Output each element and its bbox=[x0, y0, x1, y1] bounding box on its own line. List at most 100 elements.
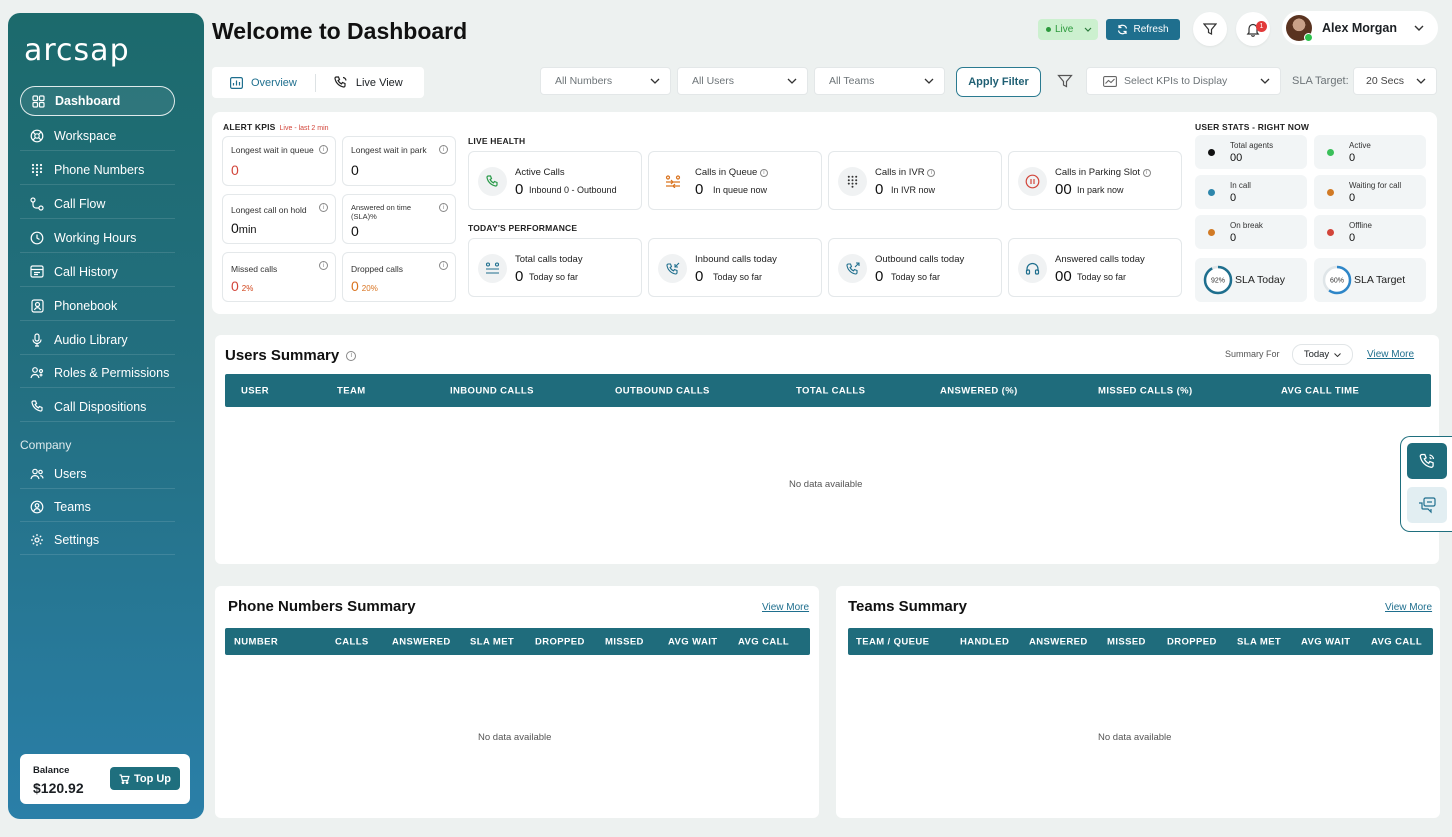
teams-view-more-link[interactable]: View More bbox=[1385, 602, 1432, 613]
column-header[interactable]: AVG WAIT bbox=[668, 636, 717, 647]
column-header[interactable]: ANSWERED bbox=[392, 636, 451, 647]
stat-label: On break bbox=[1230, 221, 1263, 230]
sidebar-item-working-hours[interactable]: Working Hours bbox=[20, 223, 175, 253]
sla-target-select[interactable]: 20 Secs bbox=[1353, 67, 1437, 95]
select-value: 20 Secs bbox=[1366, 75, 1404, 87]
notifications-button[interactable]: 1 bbox=[1236, 12, 1270, 46]
apply-filter-button[interactable]: Apply Filter bbox=[956, 67, 1041, 97]
column-header[interactable]: TOTAL CALLS bbox=[796, 385, 865, 396]
sidebar-item-users[interactable]: Users bbox=[20, 459, 175, 489]
column-header[interactable]: NUMBER bbox=[234, 636, 278, 647]
teams-summary-title: Teams Summary bbox=[848, 598, 967, 615]
column-header[interactable]: TEAM bbox=[337, 385, 366, 396]
phone-numbers-summary-panel: Phone Numbers Summary View More NUMBER C… bbox=[215, 586, 819, 818]
column-header[interactable]: MISSED CALLS (%) bbox=[1098, 385, 1193, 396]
select-value: All Teams bbox=[829, 75, 875, 87]
phone-view-more-link[interactable]: View More bbox=[762, 602, 809, 613]
top-up-button[interactable]: Top Up bbox=[110, 767, 180, 790]
sidebar-item-workspace[interactable]: Workspace bbox=[20, 121, 175, 151]
kpi-card-longest-wait-park: Longest wait in park i 0 bbox=[342, 136, 456, 186]
period-select[interactable]: Today bbox=[1292, 344, 1353, 365]
column-header[interactable]: HANDLED bbox=[960, 636, 1009, 647]
tab-live-view[interactable]: Live View bbox=[316, 67, 421, 98]
perf-card-outbound-calls: Outbound calls today 0 Today so far bbox=[828, 238, 1002, 297]
sidebar-item-call-history[interactable]: Call History bbox=[20, 257, 175, 287]
top-up-label: Top Up bbox=[133, 772, 172, 785]
kpi-label: Answered on time (SLA)% bbox=[351, 203, 412, 221]
sidebar-item-label: Users bbox=[54, 466, 87, 481]
kpi-card-longest-wait-queue: Longest wait in queue i 0 bbox=[222, 136, 336, 186]
live-card-value: 0 bbox=[875, 181, 884, 198]
column-header[interactable]: TEAM / QUEUE bbox=[856, 636, 929, 647]
column-header[interactable]: OUTBOUND CALLS bbox=[615, 385, 710, 396]
users-view-more-link[interactable]: View More bbox=[1367, 349, 1414, 360]
kpi-card-missed-calls: Missed calls i 0 2% bbox=[222, 252, 336, 302]
live-card-label: Calls in Parking Slot i bbox=[1055, 167, 1151, 178]
kpi-card-longest-hold: Longest call on hold i 0min bbox=[222, 194, 336, 244]
sidebar-item-teams[interactable]: Teams bbox=[20, 492, 175, 522]
live-card-label: Active Calls bbox=[515, 167, 565, 178]
chevron-down-icon bbox=[787, 78, 797, 84]
users-table-header: USER TEAM INBOUND CALLS OUTBOUND CALLS T… bbox=[225, 374, 1431, 407]
sidebar-item-call-dispositions[interactable]: Call Dispositions bbox=[20, 392, 175, 422]
column-header[interactable]: AVG WAIT bbox=[1301, 636, 1350, 647]
kpi-label: Dropped calls bbox=[351, 264, 403, 274]
stat-active: Active 0 bbox=[1314, 135, 1426, 169]
live-dot-icon bbox=[1046, 27, 1051, 32]
sidebar-item-label: Settings bbox=[54, 532, 100, 547]
user-menu[interactable]: Alex Morgan bbox=[1282, 11, 1438, 45]
live-card-sub: Inbound 0 - Outbound bbox=[529, 185, 617, 195]
phone-table-header: NUMBER CALLS ANSWERED SLA MET DROPPED MI… bbox=[225, 628, 810, 655]
teams-filter-select[interactable]: All Teams bbox=[814, 67, 945, 95]
info-icon: i bbox=[319, 261, 328, 270]
filter-icon bbox=[1203, 22, 1217, 36]
refresh-button[interactable]: Refresh bbox=[1106, 19, 1180, 40]
live-toggle[interactable]: Live bbox=[1038, 19, 1098, 40]
sidebar-item-phone-numbers[interactable]: Phone Numbers bbox=[20, 155, 175, 185]
kpi-display-select[interactable]: Select KPIs to Display bbox=[1086, 67, 1281, 95]
column-header[interactable]: ANSWERED bbox=[1029, 636, 1088, 647]
floating-call-button[interactable] bbox=[1407, 443, 1447, 479]
sidebar-item-phonebook[interactable]: Phonebook bbox=[20, 291, 175, 321]
info-icon: i bbox=[759, 169, 768, 177]
balance-label: Balance bbox=[33, 765, 70, 776]
select-value: Select KPIs to Display bbox=[1124, 75, 1228, 87]
tab-label: Live View bbox=[355, 76, 403, 89]
users-filter-select[interactable]: All Users bbox=[677, 67, 808, 95]
filter-header-button[interactable] bbox=[1193, 12, 1227, 46]
stat-label: In call bbox=[1230, 181, 1251, 190]
column-header[interactable]: DROPPED bbox=[1167, 636, 1217, 647]
column-header[interactable]: AVG CALL bbox=[738, 636, 789, 647]
status-dot-icon bbox=[1208, 229, 1215, 236]
sidebar-item-roles-permissions[interactable]: Roles & Permissions bbox=[20, 358, 175, 388]
column-header[interactable]: MISSED bbox=[605, 636, 644, 647]
column-header[interactable]: CALLS bbox=[335, 636, 369, 647]
column-header[interactable]: SLA MET bbox=[470, 636, 514, 647]
column-header[interactable]: DROPPED bbox=[535, 636, 585, 647]
filter-icon[interactable] bbox=[1057, 73, 1073, 89]
column-header[interactable]: INBOUND CALLS bbox=[450, 385, 534, 396]
perf-card-answered-calls: Answered calls today 00 Today so far bbox=[1008, 238, 1182, 297]
numbers-filter-select[interactable]: All Numbers bbox=[540, 67, 671, 95]
column-header[interactable]: AVG CALL TIME bbox=[1281, 385, 1359, 396]
sla-today-label: SLA Today bbox=[1235, 274, 1286, 286]
workspace-icon bbox=[30, 129, 44, 143]
kpi-percent: 20% bbox=[361, 284, 378, 293]
kpi-value: 0 bbox=[231, 162, 239, 178]
sidebar-item-dashboard[interactable]: Dashboard bbox=[20, 86, 175, 116]
kpi-panel: ALERT KPIS Live - last 2 min Longest wai… bbox=[212, 112, 1437, 314]
sidebar-item-audio-library[interactable]: Audio Library bbox=[20, 325, 175, 355]
info-icon: i bbox=[927, 169, 936, 177]
perf-card-sub: Today so far bbox=[891, 272, 941, 282]
sidebar-item-call-flow[interactable]: Call Flow bbox=[20, 189, 175, 219]
kpi-unit: min bbox=[238, 224, 257, 236]
column-header[interactable]: SLA MET bbox=[1237, 636, 1281, 647]
stat-waiting-for-call: Waiting for call 0 bbox=[1314, 175, 1426, 209]
tab-overview[interactable]: Overview bbox=[212, 67, 315, 98]
sidebar-item-settings[interactable]: Settings bbox=[20, 525, 175, 555]
column-header[interactable]: ANSWERED (%) bbox=[940, 385, 1018, 396]
column-header[interactable]: AVG CALL bbox=[1371, 636, 1422, 647]
floating-chat-button[interactable] bbox=[1407, 487, 1447, 523]
column-header[interactable]: MISSED bbox=[1107, 636, 1146, 647]
column-header[interactable]: USER bbox=[241, 385, 269, 396]
